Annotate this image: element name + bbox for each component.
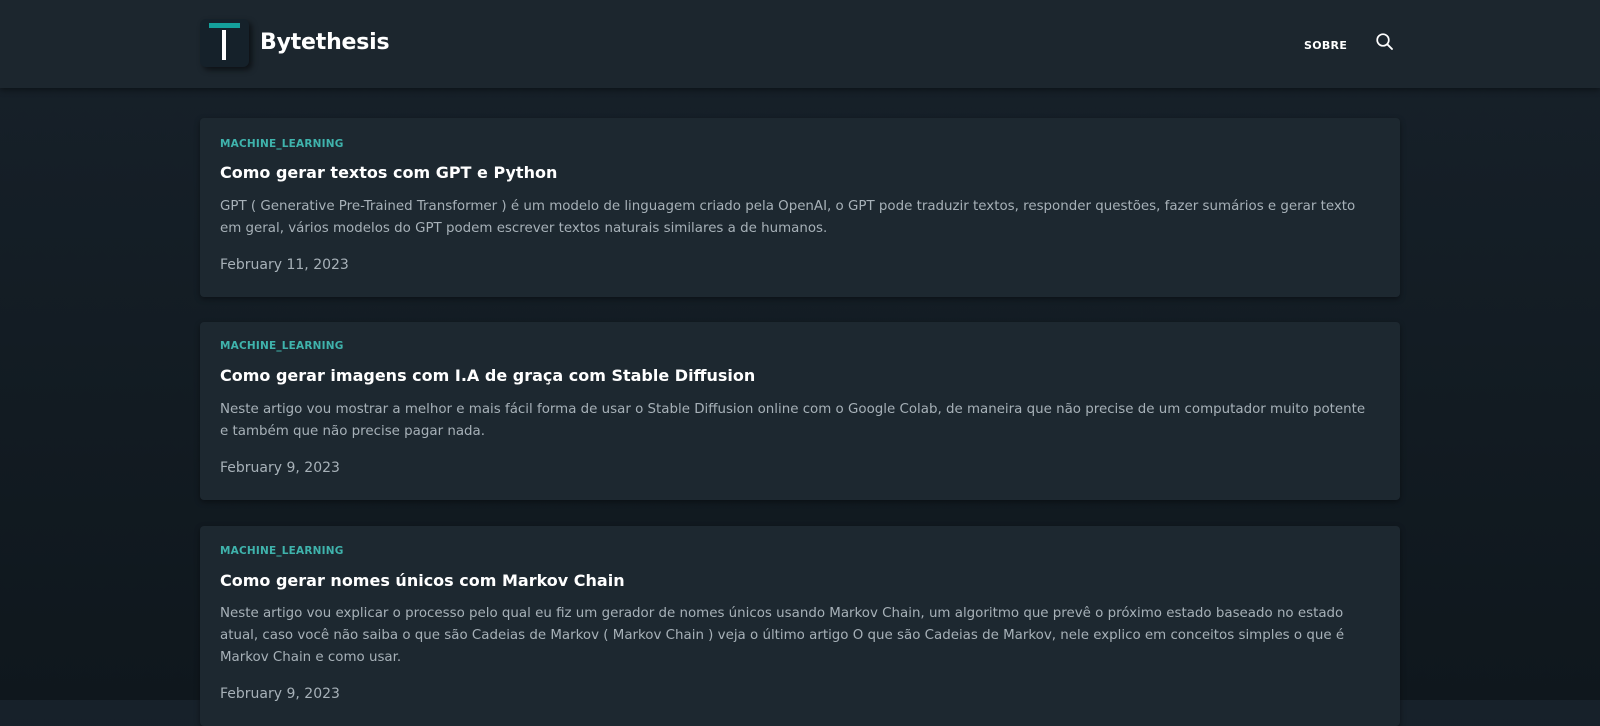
post-title[interactable]: Como gerar imagens com I.A de graça com … — [220, 365, 755, 387]
post-category[interactable]: MACHINE_LEARNING — [220, 137, 344, 151]
logo-bar — [209, 23, 240, 28]
post-card[interactable]: MACHINE_LEARNING Como gerar nomes únicos… — [200, 526, 1400, 726]
post-excerpt: Neste artigo vou explicar o processo pel… — [220, 606, 1345, 665]
T-logo-icon[interactable] — [200, 19, 249, 67]
post-category[interactable]: MACHINE_LEARNING — [220, 544, 344, 558]
post-excerpt: GPT ( Generative Pre-Trained Transformer… — [220, 199, 1356, 236]
post-date: February 9, 2023 — [220, 686, 340, 702]
post-title[interactable]: Como gerar textos com GPT e Python — [220, 162, 557, 184]
post-excerpt: Neste artigo vou mostrar a melhor e mais… — [220, 402, 1366, 439]
post-card[interactable]: MACHINE_LEARNING Como gerar imagens com … — [200, 322, 1400, 500]
nav-link-sobre[interactable]: SOBRE — [1304, 38, 1347, 54]
site-header: Bytethesis SOBRE — [0, 0, 1600, 88]
post-title[interactable]: Como gerar nomes únicos com Markov Chain — [220, 570, 625, 592]
post-card[interactable]: MACHINE_LEARNING Como gerar textos com G… — [200, 118, 1400, 297]
post-date: February 9, 2023 — [220, 460, 340, 476]
logo-stem — [222, 30, 226, 60]
search-icon[interactable] — [1375, 32, 1395, 52]
post-category[interactable]: MACHINE_LEARNING — [220, 339, 344, 353]
post-date: February 11, 2023 — [220, 257, 349, 273]
site-name[interactable]: Bytethesis — [260, 27, 390, 59]
